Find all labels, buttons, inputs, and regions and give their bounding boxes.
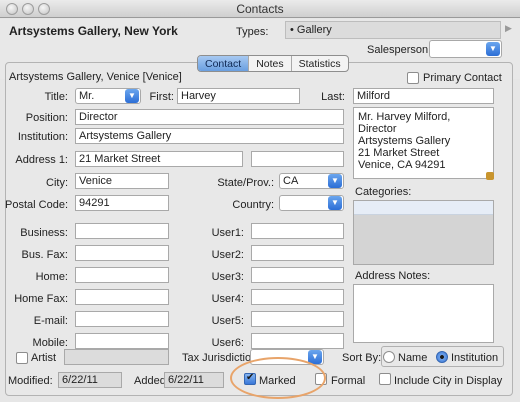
position-label: Position: — [25, 112, 68, 124]
categories-list-row[interactable] — [354, 201, 493, 215]
modified-date: 6/22/11 — [58, 372, 122, 388]
address-line: Mr. Harvey Milford, Director — [358, 111, 451, 135]
dropdown-arrow-icon: ▼ — [328, 196, 342, 210]
address-block[interactable]: Mr. Harvey Milford, Director Artsystems … — [353, 107, 494, 179]
tab-statistics[interactable]: Statistics — [292, 56, 348, 71]
last-label: Last: — [321, 91, 345, 103]
window-title: Contacts — [236, 2, 284, 16]
formal-label: Formal — [331, 375, 366, 387]
position-input[interactable]: Director — [75, 109, 344, 125]
tab-contact[interactable]: Contact — [198, 56, 250, 71]
address-notes-label: Address Notes: — [355, 270, 431, 282]
email-input[interactable] — [75, 311, 169, 327]
institution-input[interactable]: Artsystems Gallery — [75, 128, 344, 144]
business-label: Business: — [20, 227, 68, 239]
artist-label: Artist — [31, 352, 57, 364]
address1-label: Address 1: — [15, 154, 68, 166]
sort-name-radio[interactable] — [383, 351, 395, 363]
salesperson-select[interactable]: ▼ — [429, 40, 502, 58]
address1-input[interactable]: 21 Market Street — [75, 151, 243, 167]
email-label: E-mail: — [33, 315, 68, 327]
bus-fax-label: Bus. Fax: — [21, 249, 68, 261]
sort-by-label: Sort By: — [342, 352, 382, 364]
company-name: Artsystems Gallery, New York — [9, 24, 178, 38]
user6-input[interactable] — [251, 333, 344, 349]
title-select[interactable]: Mr. ▼ — [75, 88, 141, 104]
sort-name-label: Name — [398, 352, 428, 364]
primary-contact-checkbox[interactable] — [407, 72, 419, 84]
categories-list[interactable] — [353, 200, 494, 265]
types-field[interactable]: • Gallery — [285, 21, 501, 39]
salesperson-label: Salesperson: — [367, 44, 432, 56]
city-label: City: — [46, 177, 68, 189]
address-notes-textarea[interactable] — [353, 284, 494, 343]
address-line: Venice, CA 94291 — [358, 159, 446, 171]
address2-input[interactable] — [251, 151, 344, 167]
bus-fax-input[interactable] — [75, 245, 169, 261]
state-select[interactable]: CA ▼ — [279, 173, 344, 189]
city-input[interactable]: Venice — [75, 173, 169, 189]
artist-field[interactable] — [64, 349, 169, 365]
tab-bar: Contact Notes Statistics — [197, 55, 349, 72]
user1-label: User1: — [211, 227, 244, 239]
types-label: Types: — [236, 26, 269, 38]
primary-contact-label: Primary Contact — [423, 72, 502, 84]
address-line: Artsystems Gallery — [358, 135, 451, 147]
title-label: Title: — [44, 91, 68, 103]
artist-checkbox[interactable] — [16, 352, 28, 364]
postal-code-label: Postal Code: — [5, 199, 68, 211]
postal-code-input[interactable]: 94291 — [75, 195, 169, 211]
types-arrow-icon[interactable]: ▶ — [505, 23, 512, 34]
categories-label: Categories: — [355, 186, 412, 198]
user6-label: User6: — [211, 337, 244, 349]
user4-input[interactable] — [251, 289, 344, 305]
user3-input[interactable] — [251, 267, 344, 283]
include-city-checkbox[interactable] — [379, 373, 391, 385]
state-value: CA — [283, 175, 299, 187]
user2-label: User2: — [211, 249, 244, 261]
sort-institution-radio[interactable] — [436, 351, 448, 363]
dropdown-arrow-icon: ▼ — [328, 174, 342, 188]
home-label: Home: — [35, 271, 68, 283]
marked-highlight-annotation — [230, 357, 326, 399]
home-input[interactable] — [75, 267, 169, 283]
dropdown-arrow-icon: ▼ — [125, 89, 139, 103]
country-select[interactable]: ▼ — [279, 195, 344, 211]
user1-input[interactable] — [251, 223, 344, 239]
mobile-label: Mobile: — [32, 337, 68, 349]
title-value: Mr. — [79, 90, 95, 102]
user2-input[interactable] — [251, 245, 344, 261]
business-input[interactable] — [75, 223, 169, 239]
title-bar: Contacts — [0, 0, 520, 18]
state-label: State/Prov.: — [217, 177, 274, 189]
include-city-label: Include City in Display — [394, 375, 503, 387]
contact-display-name: Artsystems Gallery, Venice [Venice] — [9, 71, 182, 83]
dropdown-arrow-icon: ▼ — [486, 42, 500, 56]
lock-icon[interactable] — [486, 172, 494, 180]
home-fax-label: Home Fax: — [14, 293, 68, 305]
user5-input[interactable] — [251, 311, 344, 327]
sort-institution-label: Institution — [451, 352, 499, 364]
tab-notes[interactable]: Notes — [249, 56, 292, 71]
first-name-input[interactable]: Harvey — [177, 88, 300, 104]
user4-label: User4: — [211, 293, 244, 305]
home-fax-input[interactable] — [75, 289, 169, 305]
last-name-input[interactable]: Milford — [353, 88, 494, 104]
mobile-input[interactable] — [75, 333, 169, 349]
first-label: First: — [149, 91, 174, 103]
country-label: Country: — [232, 199, 274, 211]
institution-label: Institution: — [17, 131, 68, 143]
added-date: 6/22/11 — [164, 372, 224, 388]
user5-label: User5: — [211, 315, 244, 327]
modified-label: Modified: — [8, 375, 53, 387]
address-line: 21 Market Street — [358, 147, 440, 159]
user3-label: User3: — [211, 271, 244, 283]
